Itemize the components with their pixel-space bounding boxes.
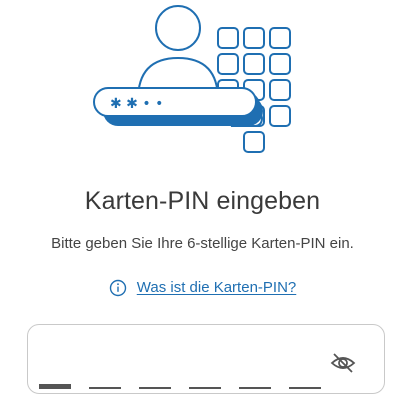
what-is-card-pin-link[interactable]: Was ist die Karten-PIN?	[137, 279, 297, 297]
person-keypad-illustration: ✱ ✱ • •	[93, 5, 291, 153]
pin-entry-screen: ✱ ✱ • • Karten-PIN eingeben Bitte geben …	[0, 0, 405, 403]
page-subtitle: Bitte geben Sie Ihre 6-stellige Karten-P…	[51, 235, 354, 252]
eye-slash-icon[interactable]	[330, 350, 356, 376]
pin-digit-slot-5	[239, 387, 271, 389]
page-title: Karten-PIN eingeben	[84, 187, 321, 215]
help-row: Was ist die Karten-PIN?	[0, 279, 405, 302]
help-link-group[interactable]: Was ist die Karten-PIN?	[109, 279, 297, 297]
pin-digit-slot-2	[89, 387, 121, 389]
info-icon	[109, 279, 126, 297]
pin-digit-slot-1	[39, 384, 71, 389]
pin-digit-slot-6	[289, 387, 321, 389]
pin-digit-slot-3	[139, 387, 171, 389]
pin-digit-slot-4	[189, 387, 221, 389]
masked-pin-text: ✱ ✱ • •	[110, 96, 163, 112]
